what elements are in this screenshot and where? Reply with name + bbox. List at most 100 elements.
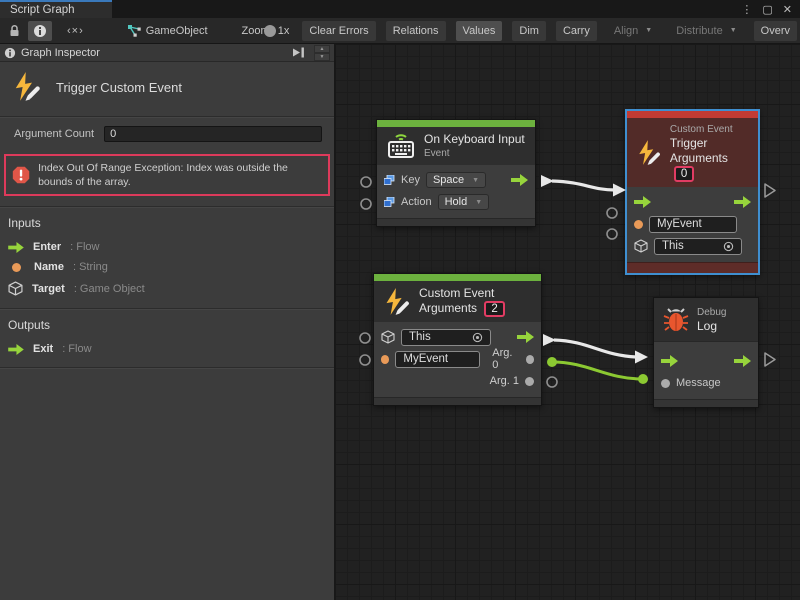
dim-toggle[interactable]: Dim (512, 21, 546, 41)
object-picker-icon[interactable] (723, 241, 734, 252)
node-subtitle: Event (424, 147, 525, 160)
trigger-target-outer-port[interactable] (607, 229, 617, 239)
port-type: : Game Object (74, 283, 145, 295)
gameobject-selector[interactable]: GameObject (120, 21, 215, 41)
trigger-name-outer-port[interactable] (607, 208, 617, 218)
cube-icon[interactable] (381, 330, 395, 344)
node-title: Trigger (670, 136, 749, 151)
debug-flow-out-outer-port[interactable] (765, 353, 775, 366)
node-custom-event[interactable]: Custom Event Arguments 2 This (373, 273, 542, 406)
arg1-out-port[interactable] (525, 377, 534, 386)
clear-errors-button[interactable]: Clear Errors (302, 21, 375, 41)
inspector-toggle-button[interactable] (28, 21, 52, 41)
flow-out-port[interactable] (734, 196, 751, 208)
object-picker-icon[interactable] (472, 332, 483, 343)
arg1-outer-port[interactable] (547, 377, 557, 387)
port-name: Enter (33, 241, 61, 253)
flow-out-port[interactable] (511, 174, 528, 186)
dock-panel-button[interactable] (289, 46, 307, 60)
chevron-down-icon: ▼ (730, 27, 737, 34)
node-color-bar (377, 120, 535, 127)
arguments-count-badge[interactable]: 2 (484, 301, 504, 317)
node-header: On Keyboard Input Event (377, 127, 535, 165)
flow-out-port[interactable] (517, 331, 534, 343)
node-body: MyEvent This (627, 187, 758, 262)
target-field[interactable]: This (401, 329, 491, 346)
trigger-flow-out-outer-port[interactable] (765, 184, 775, 197)
scroll-down-button[interactable]: ▼ (314, 53, 330, 61)
keyboard-action-outer-port[interactable] (361, 199, 371, 209)
flow-row (661, 350, 751, 372)
node-trigger-custom-event[interactable]: Custom Event Trigger Arguments 0 (625, 109, 760, 275)
maximize-icon[interactable]: ▢ (762, 3, 772, 16)
edit-code-button[interactable]: ‹×› (62, 21, 89, 41)
gameobject-label: GameObject (146, 25, 208, 37)
flow-arrow-icon (8, 344, 24, 355)
custom-event-icon (383, 288, 411, 316)
relations-toggle[interactable]: Relations (386, 21, 446, 41)
port-type: : Flow (62, 343, 91, 355)
node-debug-log[interactable]: Debug Log Message (653, 297, 759, 408)
arguments-count-badge[interactable]: 0 (674, 166, 694, 182)
overview-button[interactable]: Overv (754, 21, 797, 41)
key-port-row: Key Space ▼ (384, 169, 528, 191)
message-in-port[interactable] (661, 379, 670, 388)
input-port-row-enter: Enter : Flow (0, 237, 334, 257)
zoom-slider-thumb[interactable] (264, 25, 276, 37)
cube-icon[interactable] (634, 239, 648, 253)
argument-count-input[interactable] (104, 126, 322, 142)
tab-script-graph[interactable]: Script Graph (0, 0, 112, 18)
flow-in-port[interactable] (634, 196, 651, 208)
arg0-out-port[interactable] (526, 355, 534, 364)
event-name-field[interactable]: MyEvent (649, 216, 737, 233)
key-dropdown[interactable]: Space ▼ (426, 172, 486, 188)
flow-row (634, 191, 751, 213)
flow-in-port[interactable] (661, 355, 678, 367)
node-title: Custom Event (419, 286, 505, 301)
carry-toggle[interactable]: Carry (556, 21, 597, 41)
action-dropdown[interactable]: Hold ▼ (438, 194, 490, 210)
argument-count-label: Argument Count (14, 128, 94, 140)
flow-out-port[interactable] (734, 355, 751, 367)
event-name-field[interactable]: MyEvent (395, 351, 480, 368)
error-stop-icon (12, 164, 30, 186)
distribute-label: Distribute (676, 25, 722, 37)
target-row: This (381, 326, 534, 348)
error-message-text: Index Out Of Range Exception: Index was … (38, 161, 322, 189)
custom-event-icon (12, 72, 42, 102)
values-toggle[interactable]: Values (456, 21, 503, 41)
node-footer (374, 397, 541, 405)
chevron-down-icon: ▼ (472, 177, 479, 184)
graph-canvas[interactable]: On Keyboard Input Event Key Space ▼ (335, 44, 800, 600)
target-field[interactable]: This (654, 238, 742, 255)
align-dropdown[interactable]: Align ▼ (607, 21, 659, 41)
close-icon[interactable]: ✕ (783, 3, 792, 16)
cube-icon (8, 281, 23, 296)
kebab-menu-icon[interactable]: ⋮ (741, 3, 752, 16)
string-port-icon[interactable] (381, 355, 389, 364)
port-type: : Flow (70, 241, 99, 253)
node-footer (377, 218, 535, 226)
node-on-keyboard-input[interactable]: On Keyboard Input Event Key Space ▼ (376, 119, 536, 227)
flow-wire-keyboard-to-trigger[interactable] (552, 181, 615, 190)
key-label: Key (401, 174, 420, 186)
string-port-icon[interactable] (634, 220, 643, 229)
dim-label: Dim (519, 25, 539, 37)
scroll-up-button[interactable]: ▲ (314, 45, 330, 53)
bug-icon (663, 307, 689, 333)
distribute-dropdown[interactable]: Distribute ▼ (669, 21, 743, 41)
chevron-down-icon: ▼ (645, 27, 652, 34)
custom-target-outer-port[interactable] (360, 333, 370, 343)
keyboard-icon (386, 132, 416, 160)
flow-wire-custom-to-debug[interactable] (554, 340, 637, 357)
carry-label: Carry (563, 25, 590, 37)
keyboard-key-outer-port[interactable] (361, 177, 371, 187)
custom-name-outer-port[interactable] (360, 355, 370, 365)
window-controls: ⋮ ▢ ✕ (733, 0, 800, 18)
lock-button[interactable] (3, 21, 26, 41)
unity-script-graph-window: Script Graph ⋮ ▢ ✕ ‹×› (0, 0, 800, 600)
wire-start-triangle (541, 175, 554, 187)
value-wire-arg0-to-message[interactable] (552, 362, 643, 379)
zoom-value: 1x (278, 25, 290, 37)
event-name-row: MyEvent Arg. 0 (381, 348, 534, 370)
